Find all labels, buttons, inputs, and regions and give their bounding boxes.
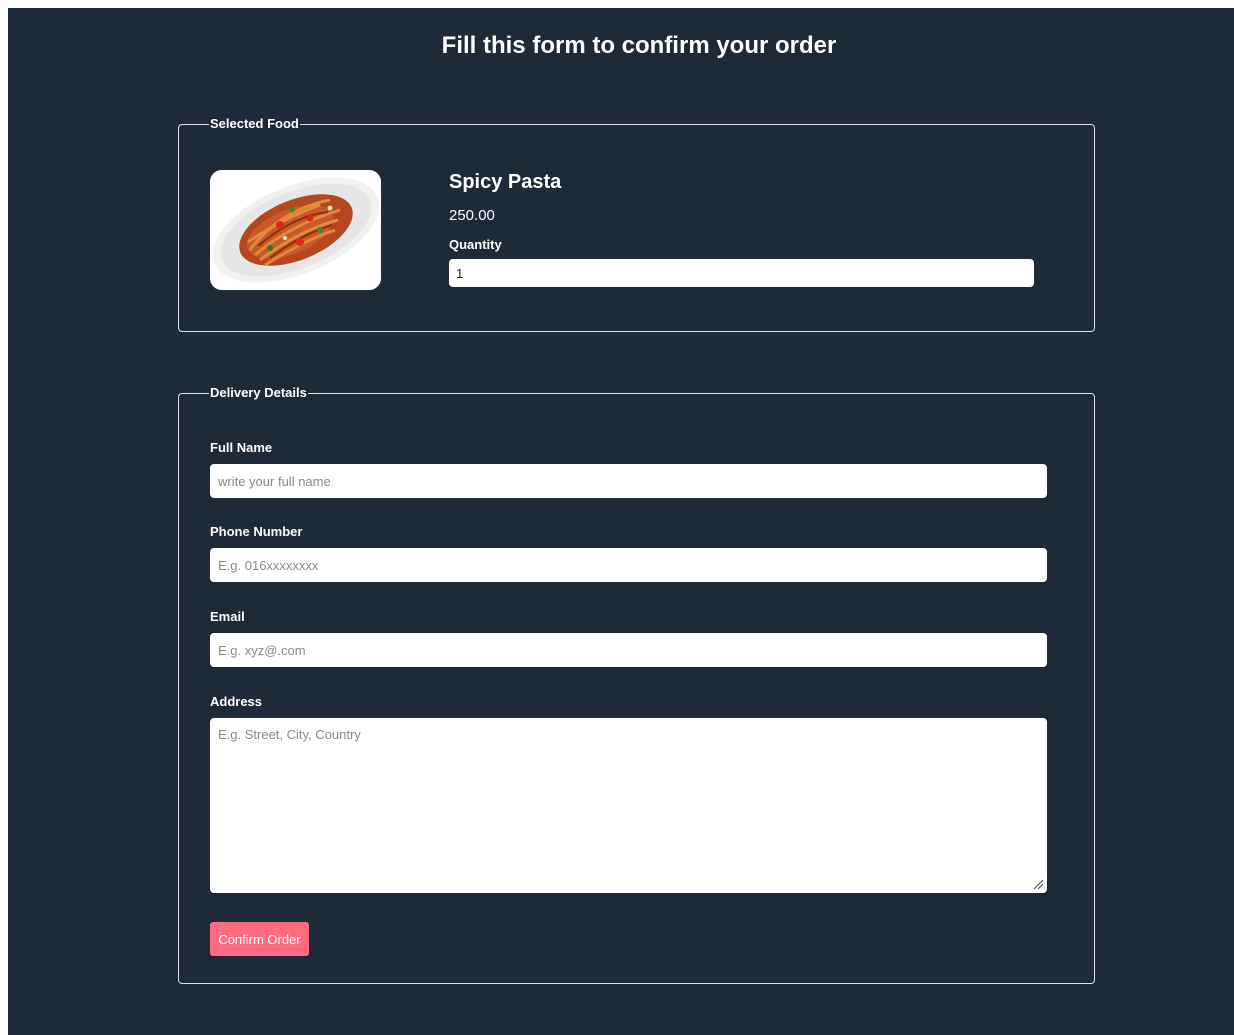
address-label: Address [210,694,263,709]
food-image [210,170,381,290]
food-name: Spicy Pasta [449,171,562,193]
page-title: Fill this form to confirm your order [441,32,837,59]
email-label: Email [210,609,245,624]
delivery-details-fieldset: Delivery Details Full Name Phone Number … [178,386,1095,984]
order-page: Fill this form to confirm your order Sel… [8,8,1234,1035]
phone-number-label: Phone Number [210,524,303,539]
selected-food-legend: Selected Food [210,116,299,131]
delivery-details-legend: Delivery Details [210,385,307,400]
quantity-label: Quantity [449,237,502,252]
selected-food-fieldset: Selected Food Spicy Pasta 250.00 Quantit… [178,117,1095,332]
quantity-input[interactable] [449,259,1034,287]
email-input[interactable] [210,633,1047,667]
address-textarea[interactable] [210,718,1047,893]
resize-handle-icon[interactable] [1032,878,1044,890]
food-price: 250.00 [449,207,495,224]
full-name-input[interactable] [210,464,1047,498]
confirm-order-button[interactable]: Confirm Order [210,922,309,956]
phone-number-input[interactable] [210,548,1047,582]
full-name-label: Full Name [210,440,273,455]
pasta-plate-icon [210,170,381,290]
